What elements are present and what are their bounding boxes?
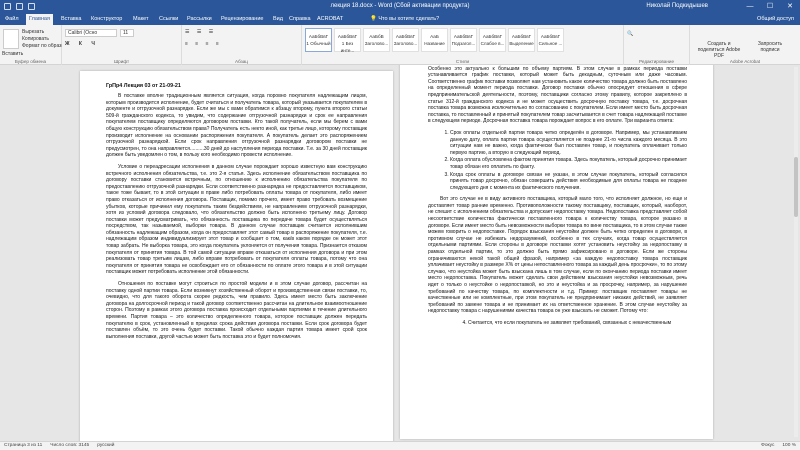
style-sample: АаБ <box>430 34 439 39</box>
acrobat-label: Adobe Acrobat <box>729 59 761 64</box>
paragraph: Условие о переадресации исполнения в дан… <box>106 163 367 276</box>
style-normal[interactable]: АаБбВвГ 1 Обычный <box>305 28 332 52</box>
tell-me-search[interactable]: 💡 Что вы хотите сделать? <box>370 14 439 25</box>
maximize-button[interactable]: ☐ <box>760 0 780 14</box>
style-sample: АаБбВ <box>369 34 384 39</box>
tab-file[interactable]: Файл <box>2 14 22 25</box>
style-no-spacing[interactable]: АаБбВвГ 1 Без инте... <box>334 28 361 53</box>
vertical-scrollbar[interactable] <box>794 67 798 437</box>
style-title[interactable]: АаБ Название <box>421 28 448 52</box>
title-bar: лекция 18.docx - Word (Сбой активации пр… <box>0 0 800 14</box>
document-heading: ГрПр4 Лекция 03 от 21-09-21 <box>106 83 181 89</box>
paragraph: Отношения по поставке могут строиться по… <box>106 281 367 340</box>
style-name: Название <box>424 41 445 46</box>
tab-layout[interactable]: Макет <box>130 14 152 25</box>
list-item: Срок оплаты отдельной партии товара четк… <box>450 130 687 156</box>
tab-home[interactable]: Главная <box>26 14 53 25</box>
style-sample: АаБбВвГ <box>540 34 561 39</box>
style-name: 1 Без инте... <box>340 41 355 53</box>
style-heading1[interactable]: АаБбВ Заголово... <box>363 28 390 52</box>
find-button[interactable]: 🔍 <box>627 31 633 37</box>
font-group: Calibri (Осно 11 Ж К Ч Шрифт <box>62 25 182 65</box>
style-name: 1 Обычный <box>306 41 331 46</box>
scrollbar-thumb[interactable] <box>794 157 798 217</box>
paragraph: В поставке вполне традиционным является … <box>106 93 367 159</box>
style-subtitle[interactable]: АаБбВвГ Подзагол... <box>450 28 477 52</box>
style-sample: АаБбВвГ <box>308 34 329 39</box>
style-name: Заголово... <box>393 41 418 46</box>
language-indicator[interactable]: русский <box>97 443 114 448</box>
user-name[interactable]: Николай Подкидышев <box>646 3 708 9</box>
editing-group: 🔍 Редактирование <box>624 25 690 65</box>
style-sample: АаБбВвГ <box>453 34 474 39</box>
document-area[interactable]: ГрПр4 Лекция 03 от 21-09-21 В поставке в… <box>0 65 800 441</box>
style-intense-emphasis[interactable]: АаБбВвГ Сильное ... <box>537 28 564 52</box>
tab-references[interactable]: Ссылки <box>156 14 181 25</box>
styles-label: Стили <box>455 59 470 64</box>
style-sample: АаБбВвГ <box>482 34 503 39</box>
style-sample: АаБбВвГ <box>337 34 358 39</box>
list-item: Считается, что если покупатель не заявля… <box>468 320 687 327</box>
styles-gallery: АаБбВвГ 1 Обычный АаБбВвГ 1 Без инте... Аа… <box>305 28 564 53</box>
tab-design[interactable]: Конструктор <box>88 14 125 25</box>
tab-view[interactable]: Вид <box>270 14 286 25</box>
close-button[interactable]: ✕ <box>780 0 800 14</box>
font-size-select[interactable]: 11 <box>120 29 134 37</box>
status-bar: Страница 3 из 11 Число слов: 3145 русски… <box>0 441 800 450</box>
numbered-list: Считается, что если покупатель не заявля… <box>428 320 687 327</box>
document-page-right[interactable]: обычая делового оборота. Часть товара не… <box>400 65 713 439</box>
format-painter-button[interactable]: Формат по образцу <box>22 43 62 49</box>
style-subtle-emphasis[interactable]: АаБбВвГ Слабое в... <box>479 28 506 52</box>
minimize-button[interactable]: — <box>740 0 760 14</box>
copy-button[interactable]: Копировать <box>22 36 49 42</box>
align-buttons[interactable]: ≡ ≡ ≡ ≡ <box>185 41 222 47</box>
word-count[interactable]: Число слов: 3145 <box>50 443 89 448</box>
style-heading2[interactable]: АаБбВвГ Заголово... <box>392 28 419 52</box>
paragraph-label: Абзац <box>235 59 248 64</box>
ribbon: Вставить Вырезать Копировать Формат по о… <box>0 25 800 65</box>
paragraph: Вот это случае не в виду активного поста… <box>428 196 687 315</box>
focus-mode-button[interactable]: Фокус <box>761 443 774 448</box>
numbered-list: Срок оплаты отдельной партии товара четк… <box>428 130 687 191</box>
tab-help[interactable]: Справка <box>286 14 314 25</box>
style-sample: АаБбВвГ <box>511 34 532 39</box>
style-name: Заголово... <box>364 41 389 46</box>
font-name-select[interactable]: Calibri (Осно <box>65 29 117 37</box>
page-indicator[interactable]: Страница 3 из 11 <box>4 443 42 448</box>
window-controls: — ☐ ✕ <box>740 0 800 14</box>
zoom-level[interactable]: 100 % <box>782 443 796 448</box>
paragraph-group: ☰ ☰ ☰ ≡ ≡ ≡ ≡ Абзац <box>182 25 302 65</box>
editing-label: Редактирование <box>639 59 674 64</box>
document-page-left[interactable]: ГрПр4 Лекция 03 от 21-09-21 В поставке в… <box>80 71 393 441</box>
tell-me-text: Что вы хотите сделать? <box>378 16 440 22</box>
create-pdf-button[interactable]: Создать и поделиться Adobe PDF <box>694 41 744 59</box>
tab-mailings[interactable]: Рассылки <box>184 14 215 25</box>
paste-button[interactable] <box>3 29 19 49</box>
clipboard-label: Буфер обмена <box>14 59 47 64</box>
tab-insert[interactable]: Вставка <box>58 14 84 25</box>
paragraph: обычая делового оборота. Часть товара не… <box>428 65 687 125</box>
tab-acrobat[interactable]: ACROBAT <box>314 14 346 25</box>
style-emphasis[interactable]: АаБбВвГ Выделение <box>508 28 535 52</box>
font-label: Шрифт <box>113 59 130 64</box>
clipboard-group: Вставить Вырезать Копировать Формат по о… <box>0 25 62 65</box>
styles-group: АаБбВвГ 1 Обычный АаБбВвГ 1 Без инте... Аа… <box>302 25 624 65</box>
style-sample: АаБбВвГ <box>395 34 416 39</box>
list-item: Когда срок оплаты в договоре связан не у… <box>450 172 687 192</box>
request-signatures-button[interactable]: Запросить подписи <box>748 41 792 53</box>
share-button[interactable]: Общий доступ <box>757 14 794 25</box>
bold-italic-underline-buttons[interactable]: Ж К Ч <box>65 41 99 47</box>
style-name: Сильное ... <box>538 41 563 46</box>
style-name: Подзагол... <box>451 41 476 46</box>
list-buttons[interactable]: ☰ ☰ ☰ <box>185 29 216 35</box>
style-name: Выделение <box>509 41 534 46</box>
acrobat-group: Создать и поделиться Adobe PDF Запросить… <box>690 25 800 65</box>
ribbon-tabs: Файл Главная Вставка Конструктор Макет С… <box>0 14 800 25</box>
paste-label: Вставить <box>2 51 24 57</box>
tab-review[interactable]: Рецензирование <box>218 14 266 25</box>
list-item: Когда оплата обусловлена фактом принятия… <box>450 157 687 170</box>
style-name: Слабое в... <box>480 41 505 46</box>
cut-button[interactable]: Вырезать <box>22 29 44 35</box>
